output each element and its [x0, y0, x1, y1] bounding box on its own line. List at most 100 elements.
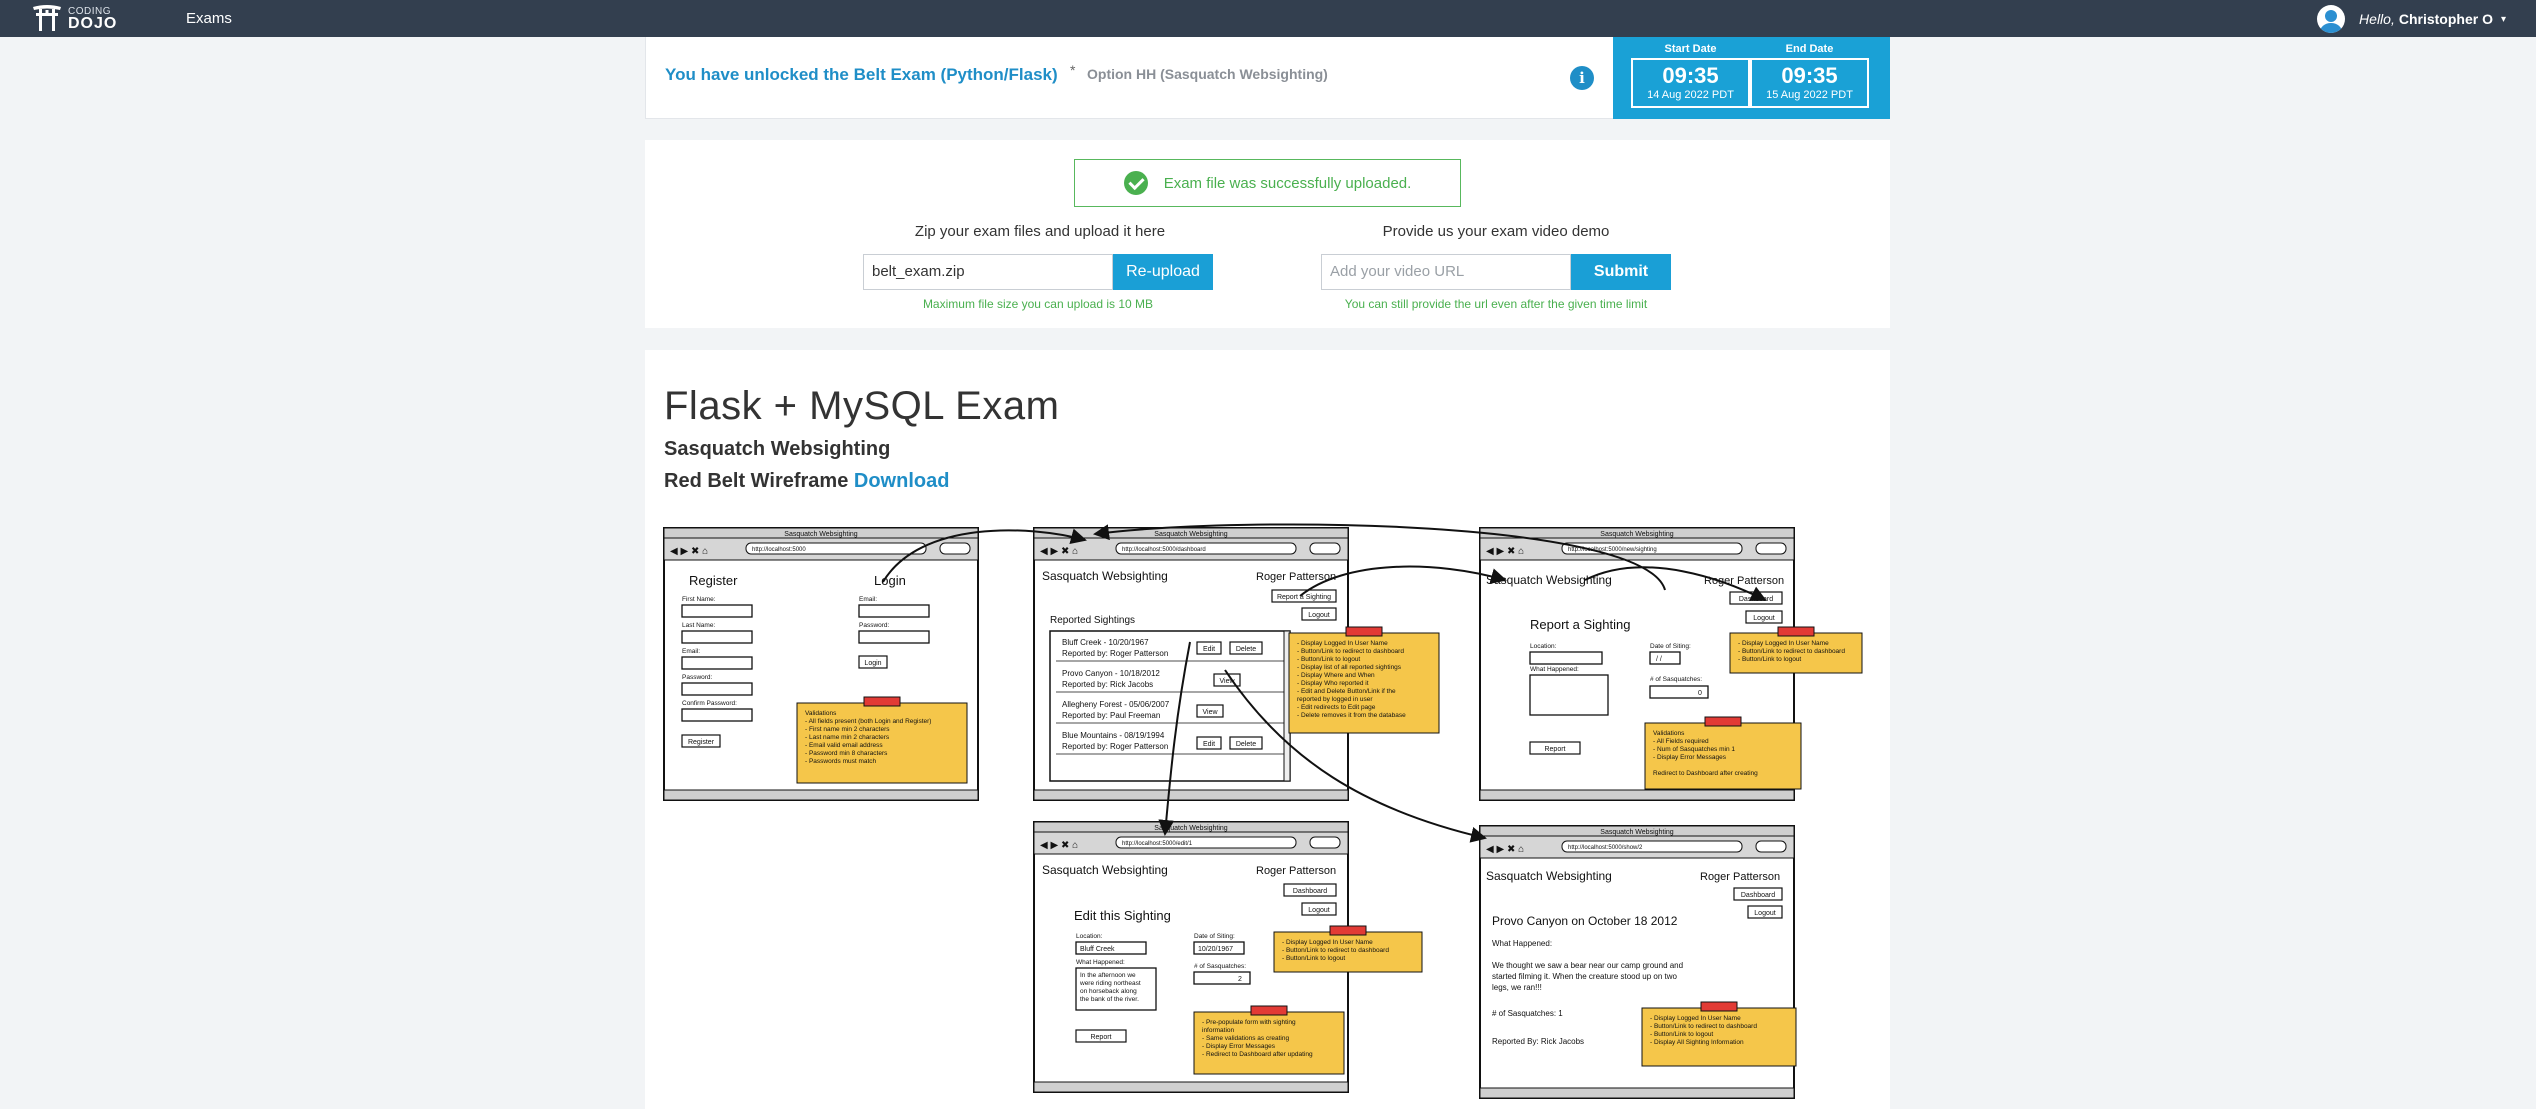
- wf-reg-input: [681, 656, 753, 670]
- wf-new-validation-note-line: - Display Error Messages: [1653, 754, 1727, 761]
- wf-new-note-line: - Display Logged In User Name: [1738, 640, 1829, 647]
- start-date-label: Start Date: [1664, 43, 1717, 55]
- torii-gate-icon: [33, 5, 61, 31]
- wf-edit-text: the bank of the river.: [1080, 996, 1139, 1003]
- wf-delete-btn-label: Delete: [1236, 646, 1256, 653]
- wf-login-note-line: - Password min 8 characters: [805, 750, 888, 757]
- nav-exams-link[interactable]: Exams: [186, 10, 232, 27]
- wf-edit-note2-line: - Redirect to Dashboard after updating: [1202, 1051, 1313, 1058]
- wireframe-edit-window-statusbar: [1033, 1081, 1349, 1093]
- download-link[interactable]: Download: [854, 470, 950, 492]
- wf-show-note-line: - Button/Link to logout: [1650, 1031, 1713, 1038]
- wireframe-new-window-search-box: [1755, 542, 1787, 555]
- wf-dashboard-note-line: reported by logged in user: [1297, 696, 1373, 703]
- wf-login-note-line: - Passwords must match: [805, 758, 877, 765]
- wf-reg-label: First Name:: [682, 596, 716, 603]
- wf-show-num: # of Sasquatches: 1: [1492, 1009, 1563, 1018]
- start-time: 09:35: [1662, 63, 1719, 88]
- start-date: Start Date 09:35 14 Aug 2022 PDT: [1631, 41, 1750, 108]
- wf-sighting-title: Blue Mountains - 08/19/1994: [1062, 731, 1165, 740]
- wf-reg-input: [681, 708, 753, 722]
- wf-login-note-line: - First name min 2 characters: [805, 726, 890, 733]
- wf-edit-text: were riding northeast: [1079, 980, 1141, 987]
- wf-edit-note-line: - Button/Link to redirect to dashboard: [1282, 947, 1389, 954]
- wf-sighting-by: Reported by: Roger Patterson: [1062, 742, 1168, 751]
- wf-new-validation-note-tape: [1704, 716, 1742, 727]
- wf-login-note-tape: [863, 696, 901, 707]
- submit-video-button[interactable]: Submit: [1571, 254, 1671, 290]
- wf-new-validation-note-line: Redirect to Dashboard after creating: [1653, 770, 1758, 777]
- wf-edit-note-tape: [1329, 925, 1367, 936]
- wireframe-edit-window-nav-icons: ◀ ▶ ✖ ⌂: [1040, 840, 1078, 851]
- wf-login-label: Email:: [859, 596, 877, 603]
- wf-logout-btn-label: Logout: [1308, 907, 1329, 914]
- logo-text-bottom: DOJO: [68, 14, 118, 32]
- exam-title: Flask + MySQL Exam: [664, 384, 1060, 428]
- wf-new-validation-note-line: - Num of Sasquatches min 1: [1653, 746, 1735, 753]
- wf-edit-num: 2: [1238, 976, 1242, 983]
- check-circle-icon: [1123, 171, 1148, 195]
- wf-show-note-tape: [1700, 1001, 1738, 1012]
- wf-edit-submit-label: Report: [1090, 1034, 1111, 1041]
- wf-edit-note-line: - Button/Link to logout: [1282, 955, 1345, 962]
- wireframe-show-window-statusbar: [1479, 1087, 1795, 1099]
- exam-subtitle: Sasquatch Websighting: [664, 438, 891, 460]
- wireframe-dashboard-window-statusbar: [1033, 789, 1349, 801]
- wf-dashboard-note-line: - Button/Link to logout: [1297, 656, 1360, 663]
- wf-dashboard-btn-label: Dashboard: [1739, 596, 1773, 603]
- zip-hint: Maximum file size you can upload is 10 M…: [922, 297, 1154, 311]
- wf-dashboard-note-line: - Display Where and When: [1297, 672, 1375, 679]
- wf-app-name: Sasquatch Websighting: [1042, 569, 1168, 583]
- wireframe-show-window-url: http://localhost:5000/show/2: [1568, 845, 1643, 851]
- wf-show-text: We thought we saw a bear near our camp g…: [1492, 961, 1683, 970]
- wf-label: Location:: [1530, 643, 1557, 650]
- wf-dashboard-note-tape: [1345, 626, 1383, 637]
- wf-show-heading: Provo Canyon on October 18 2012: [1492, 914, 1678, 928]
- exam-option: Option HH (Sasquatch Websighting): [1087, 66, 1328, 82]
- reupload-button[interactable]: Re-upload: [1113, 254, 1213, 290]
- wf-sighting-title: Provo Canyon - 10/18/2012: [1062, 669, 1160, 678]
- separator: *: [1070, 62, 1076, 78]
- info-icon[interactable]: i: [1570, 66, 1594, 90]
- wf-login-input: [858, 604, 930, 618]
- success-alert: Exam file was successfully uploaded.: [1074, 159, 1461, 207]
- wf-logout-btn-label: Logout: [1753, 615, 1774, 622]
- wf-show-note-line: - Button/Link to redirect to dashboard: [1650, 1023, 1757, 1030]
- wf-reg-input: [681, 630, 753, 644]
- exam-header-panel: You have unlocked the Belt Exam (Python/…: [645, 37, 1890, 119]
- wf-logout-btn-label: Logout: [1754, 910, 1775, 917]
- wf-new-validation-note-line: Validations: [1653, 730, 1685, 737]
- wf-label: Date of Siting:: [1194, 933, 1235, 940]
- wireframe-dashboard-window-title: Sasquatch Websighting: [1154, 531, 1228, 538]
- wf-edit-date: 10/20/1967: [1198, 946, 1233, 953]
- wf-login-note-line: - Last name min 2 characters: [805, 734, 890, 741]
- wireframe-show-window-title: Sasquatch Websighting: [1600, 829, 1674, 836]
- user-menu[interactable]: Hello, Christopher O ▾: [2317, 5, 2506, 33]
- zip-file-field[interactable]: belt_exam.zip: [863, 254, 1113, 290]
- wf-dashboard-note-line: - Display list of all reported sightings: [1297, 664, 1402, 671]
- greeting-text: Hello,: [2359, 11, 2395, 27]
- wf-login-btn-label: Login: [864, 660, 881, 667]
- wf-edit-note2-line: - Display Error Messages: [1202, 1043, 1276, 1050]
- wf-dashboard-note-line: - Delete removes it from the database: [1297, 712, 1406, 719]
- wireframe-dashboard-window-search-box: [1309, 542, 1341, 555]
- wf-show-what: What Happened:: [1492, 939, 1552, 948]
- coding-dojo-logo[interactable]: CODING DOJO: [32, 3, 117, 32]
- wf-label: # of Sasquatches:: [1650, 676, 1702, 683]
- wf-reg-input: [681, 604, 753, 618]
- wf-show-note-line: - Display Logged In User Name: [1650, 1015, 1741, 1022]
- wf-dashboard-note-line: - Edit and Delete Button/Link if the: [1297, 688, 1396, 695]
- video-url-input[interactable]: Add your video URL: [1321, 254, 1571, 290]
- wireframe-new-window-nav-icons: ◀ ▶ ✖ ⌂: [1486, 546, 1524, 557]
- wf-login-note-line: - All fields present (both Login and Reg…: [805, 718, 931, 725]
- wireframe-new-window-statusbar: [1479, 789, 1795, 801]
- avatar: [2317, 5, 2346, 33]
- unlocked-message: You have unlocked the Belt Exam (Python/…: [665, 65, 1058, 84]
- wf-edit-text: In the afternoon we: [1080, 972, 1136, 979]
- wf-app-name: Sasquatch Websighting: [1486, 869, 1612, 883]
- wf-edit-text: on horseback along: [1080, 988, 1137, 995]
- wf-input: [1649, 651, 1681, 665]
- wf-dashboard-btn-label: Dashboard: [1293, 888, 1327, 895]
- wf-reg-label: Last Name:: [682, 622, 715, 629]
- wf-sighting-by: Reported by: Rick Jacobs: [1062, 680, 1153, 689]
